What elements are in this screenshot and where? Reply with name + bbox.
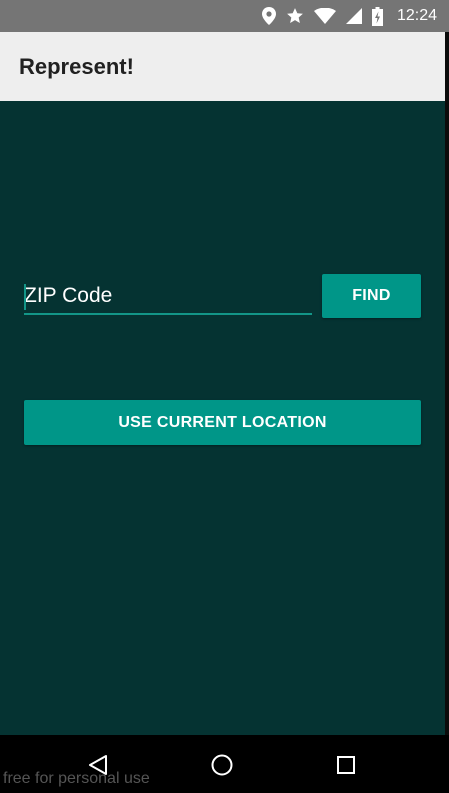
- app-title: Represent!: [19, 54, 134, 79]
- recents-icon[interactable]: [332, 751, 360, 779]
- use-current-location-button[interactable]: USE CURRENT LOCATION: [24, 400, 421, 445]
- zip-code-input[interactable]: [24, 279, 312, 315]
- status-time: 12:24: [396, 7, 437, 24]
- text-cursor: [24, 284, 26, 310]
- signal-icon: [345, 8, 362, 24]
- location-icon: [261, 7, 276, 25]
- screen-edge: [445, 32, 449, 735]
- screen: 12:24 Represent! FIND USE CURRENT LOCATI…: [0, 0, 449, 793]
- find-button[interactable]: FIND: [322, 274, 421, 318]
- battery-icon: [371, 6, 383, 26]
- wifi-icon: [313, 8, 336, 24]
- home-icon[interactable]: [208, 751, 236, 779]
- star-icon: [286, 7, 304, 25]
- watermark-text: free for personal use: [3, 770, 150, 787]
- app-bar: Represent!: [0, 32, 445, 101]
- status-bar: 12:24: [0, 0, 449, 32]
- status-icons: 12:24: [261, 0, 437, 32]
